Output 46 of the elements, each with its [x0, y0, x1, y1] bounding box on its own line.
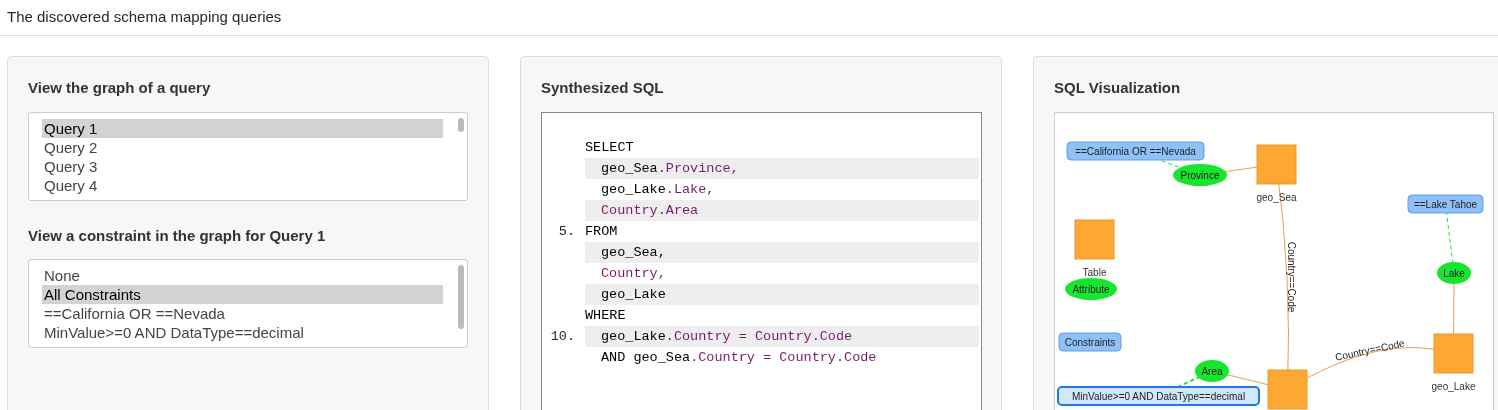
code-line: Country,: [600, 264, 666, 283]
panel-title: View a constraint in the graph for Query 1: [28, 225, 327, 246]
attribute-node[interactable]: Lake: [1437, 261, 1471, 284]
constraint-node[interactable]: Constraints: [1058, 332, 1122, 351]
list-option[interactable]: None: [42, 266, 443, 285]
attribute-node[interactable]: Attribute: [1065, 277, 1117, 300]
list-box[interactable]: Query 1 Query 2 Query 3 Query 4: [28, 111, 468, 201]
code-line: geo_Sea,: [600, 243, 666, 262]
list-option[interactable]: Query 3: [42, 156, 443, 176]
constraint-node[interactable]: ==Lake Tahoe: [1407, 194, 1484, 213]
constraint-node[interactable]: ==California OR ==Nevada: [1066, 141, 1205, 160]
table-node[interactable]: [1074, 219, 1115, 259]
code-line: Country.Area: [600, 201, 699, 220]
table-node[interactable]: [1267, 369, 1308, 409]
page-title: The discovered schema mapping queries: [7, 7, 282, 28]
sql-keyword: SELECT: [585, 138, 634, 157]
attribute-node[interactable]: Area: [1195, 359, 1229, 382]
line-number: 5.: [558, 222, 575, 241]
table-node[interactable]: [1433, 333, 1474, 373]
list-option[interactable]: ==California OR ==Nevada: [42, 304, 443, 323]
list-option[interactable]: MinValue>=0 AND DataType==decimal: [42, 323, 443, 342]
code-line: AND geo_Sea.Country = Country.Code: [600, 348, 877, 367]
panel-title: View the graph of a query: [28, 78, 212, 98]
table-node[interactable]: [1256, 144, 1297, 184]
code-line: geo_Lake: [600, 285, 666, 304]
list-box[interactable]: None All Constraints ==California OR ==Nevada MinValue>=0 AND DataType==decimal: [28, 259, 468, 348]
table-label: geo_Lake: [1431, 380, 1476, 392]
table-label: geo_Sea: [1256, 191, 1297, 203]
sql-keyword: FROM: [585, 222, 618, 241]
code-line: geo_Lake.Lake,: [600, 180, 715, 199]
table-label: Table: [1082, 266, 1107, 278]
code-line: geo_Lake.Country = Country.Code: [600, 327, 853, 346]
list-option[interactable]: Query 1: [42, 118, 443, 138]
line-number: 10.: [550, 327, 575, 346]
panel-title: SQL Visualization: [1054, 78, 1182, 98]
list-option[interactable]: Query 2: [42, 137, 443, 157]
scrollbar-thumb[interactable]: [458, 117, 464, 132]
attribute-node[interactable]: Province: [1173, 163, 1227, 186]
panel-title: Synthesized SQL: [541, 78, 665, 98]
list-option[interactable]: All Constraints: [42, 285, 443, 304]
code-line: geo_Sea.Province,: [600, 159, 739, 178]
edge-label: Country==Code: [1286, 241, 1297, 312]
constraint-node[interactable]: MinValue>=0 AND DataType==decimal: [1057, 385, 1260, 406]
sql-keyword: WHERE: [585, 306, 626, 325]
scrollbar-thumb[interactable]: [458, 265, 464, 329]
list-option[interactable]: Query 4: [42, 175, 443, 195]
